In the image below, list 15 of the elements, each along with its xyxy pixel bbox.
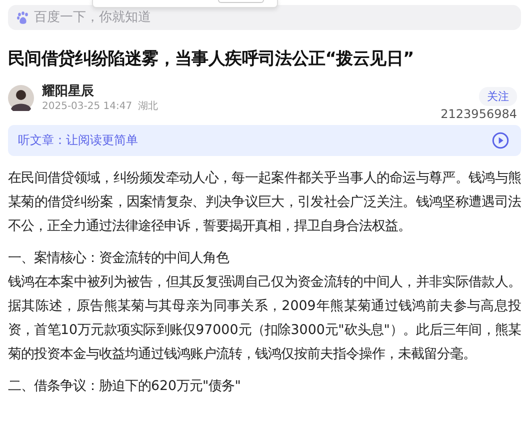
search-field[interactable]: 百度一下，你就知道: [8, 5, 521, 30]
author-name[interactable]: 耀阳星辰: [42, 83, 158, 100]
section-heading: 二、借条争议：胁迫下的620万元"债务": [8, 378, 242, 396]
listen-label: 听文章：让阅读更简单: [18, 132, 138, 149]
section-heading: 一、案情核心：资金流转的中间人角色: [8, 250, 230, 268]
location: 湖北: [138, 100, 158, 114]
body-paragraph: 在民间借贷领域，纠纷频发牵动人心，每一起案件都关乎当事人的命运与尊严。钱鸿与熊某菊的借贷纠纷案，因案情复杂、判决争议巨大，引发社会广泛关注。钱鸿坚称遭遇司法不公，正全力通过法律途径申诉，誓要揭开真相，捍卫自身合法权益。: [8, 170, 521, 236]
listen-bar[interactable]: 听文章：让阅读更简单: [8, 125, 521, 156]
avatar[interactable]: [8, 85, 34, 111]
body-paragraph: 钱鸿在本案中被列为被告，但其反复强调自己仅为资金流转的中间人，并非实际借款人。据其陈述，原告熊某菊与其母亲为同事关系，2009年熊某菊通过钱鸿前夫参与高息投资，首笔10万元款项实际到账仅97000元（扣除3000元"砍头息"）。此后三年间，熊某菊的投资本金与收益均通过钱鸿账户流转，钱鸿仅按前夫指令操作，未截留分毫。: [8, 274, 521, 364]
article-title: 民间借贷纠纷陷迷雾，当事人疾呼司法公正“拨云见日”: [8, 48, 415, 71]
play-icon[interactable]: [492, 132, 509, 149]
publish-date: 2025-03-25 14:47: [42, 100, 132, 114]
follow-button[interactable]: 关注: [479, 87, 517, 106]
view-count: 2123956984: [440, 107, 517, 121]
